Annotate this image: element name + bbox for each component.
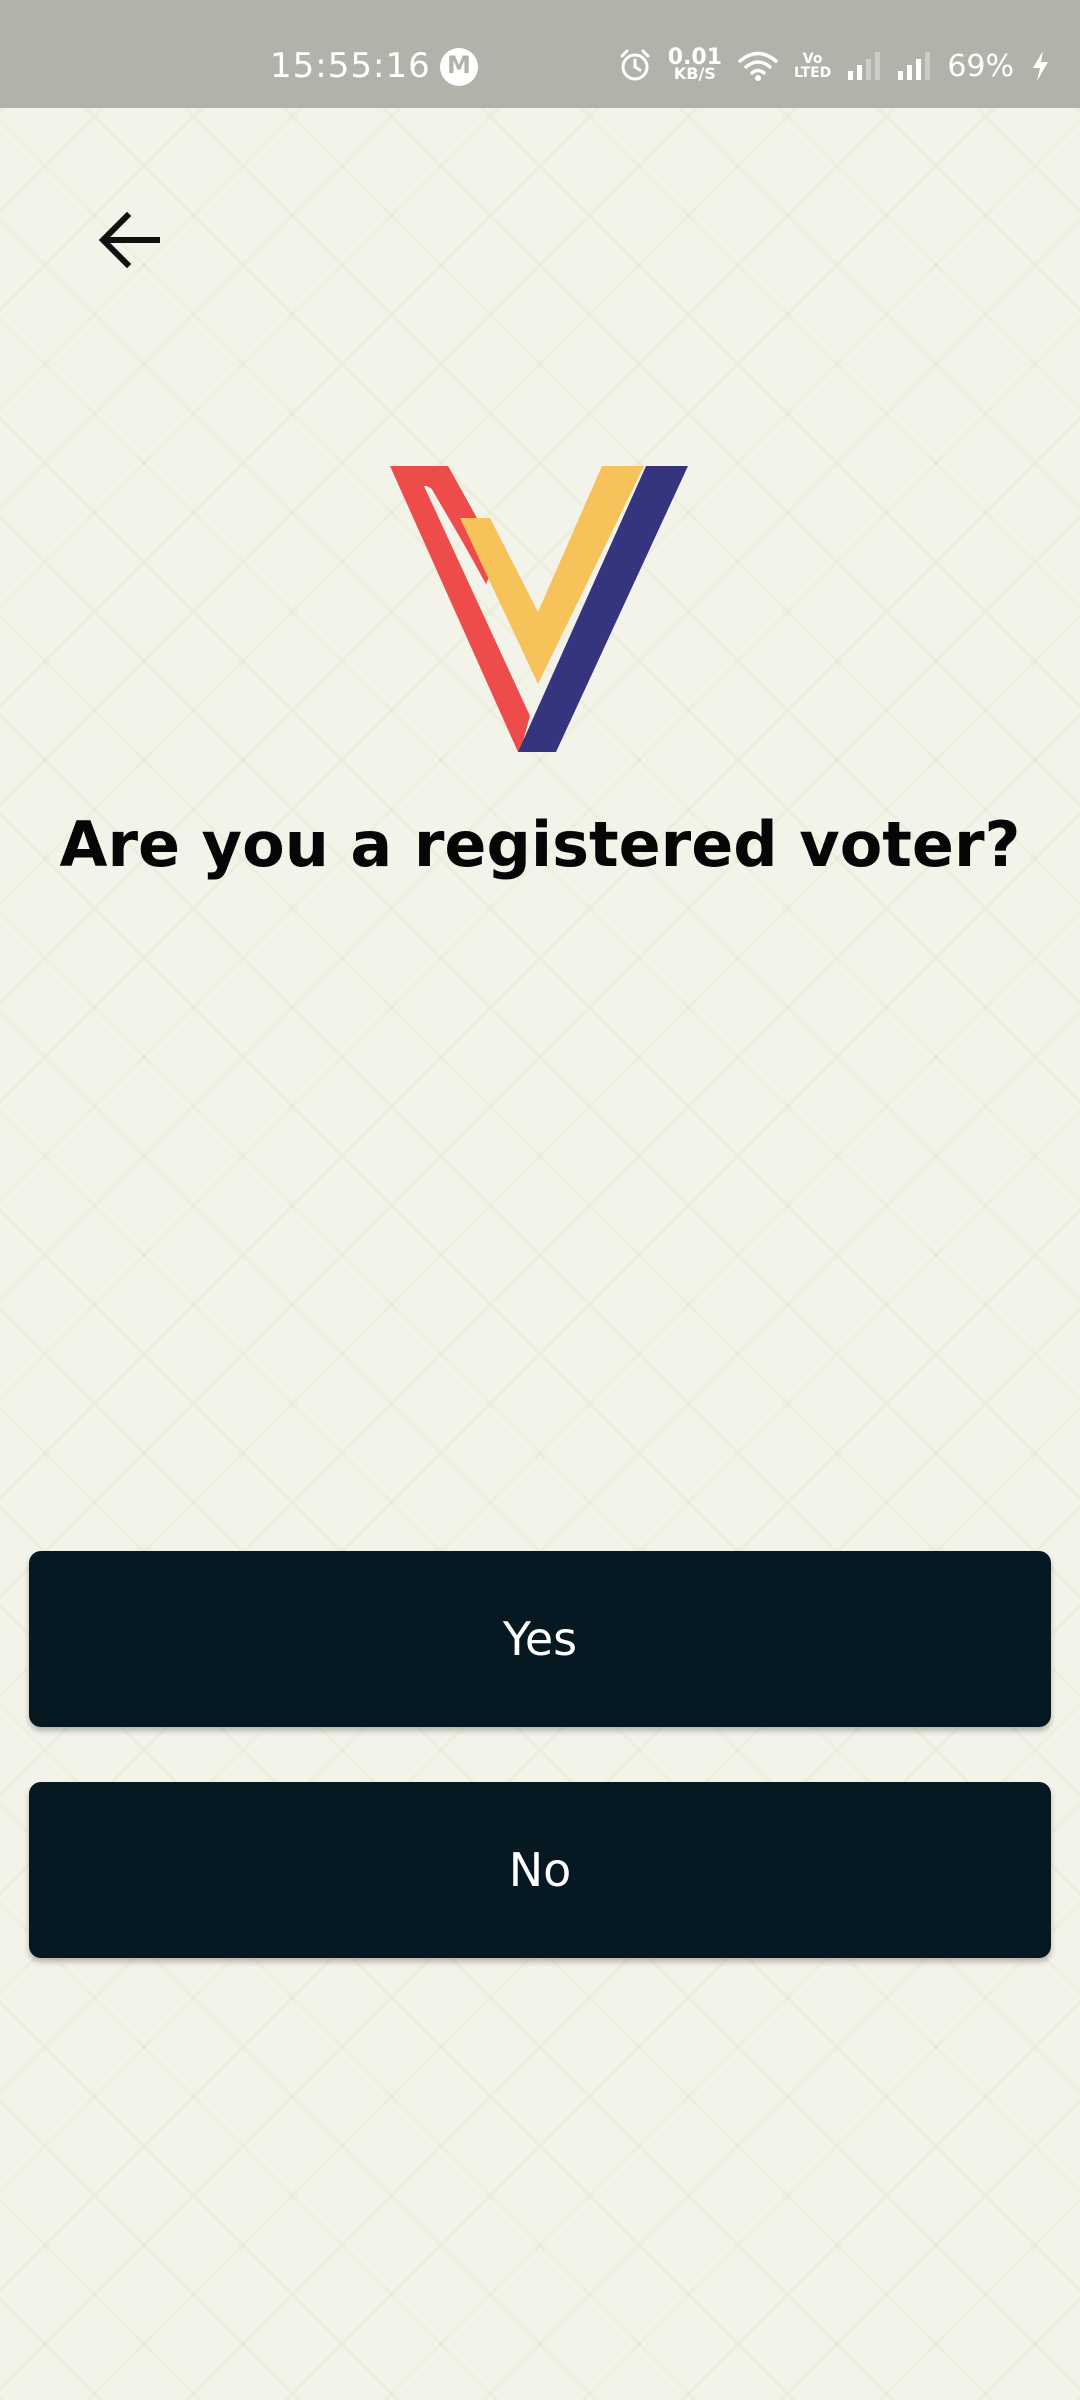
- m-badge-label: M: [447, 51, 471, 79]
- net-speed-unit: KB/S: [673, 64, 716, 83]
- volte-bottom: LTED: [793, 65, 832, 81]
- m-badge-icon: M: [440, 48, 478, 86]
- yes-button[interactable]: Yes: [29, 1551, 1051, 1727]
- page-title: Are you a registered voter?: [59, 808, 1021, 881]
- status-time: 15:55:16: [270, 46, 431, 86]
- net-speed: 0.01 KB/S: [668, 47, 722, 83]
- volte-top: Vo: [802, 51, 823, 67]
- volte-indicator: Vo LTED: [794, 52, 831, 80]
- wifi-icon: [738, 51, 778, 81]
- no-button[interactable]: No: [29, 1782, 1051, 1958]
- battery-level: 69%: [947, 48, 1014, 84]
- signal-icon: [848, 52, 881, 80]
- lightning-icon: [1033, 51, 1048, 81]
- signal-icon: [898, 52, 931, 80]
- back-button[interactable]: [90, 200, 170, 280]
- background-pattern: [0, 108, 1080, 2400]
- alarm-icon: [620, 49, 650, 81]
- status-icons: 0.01 KB/S Vo LTED 69%: [618, 46, 1050, 86]
- status-bar: 15:55:16 M 0.01 KB/S Vo LTED 69%: [0, 0, 1080, 108]
- app-logo: [390, 466, 688, 752]
- arrow-left-icon: [99, 212, 160, 268]
